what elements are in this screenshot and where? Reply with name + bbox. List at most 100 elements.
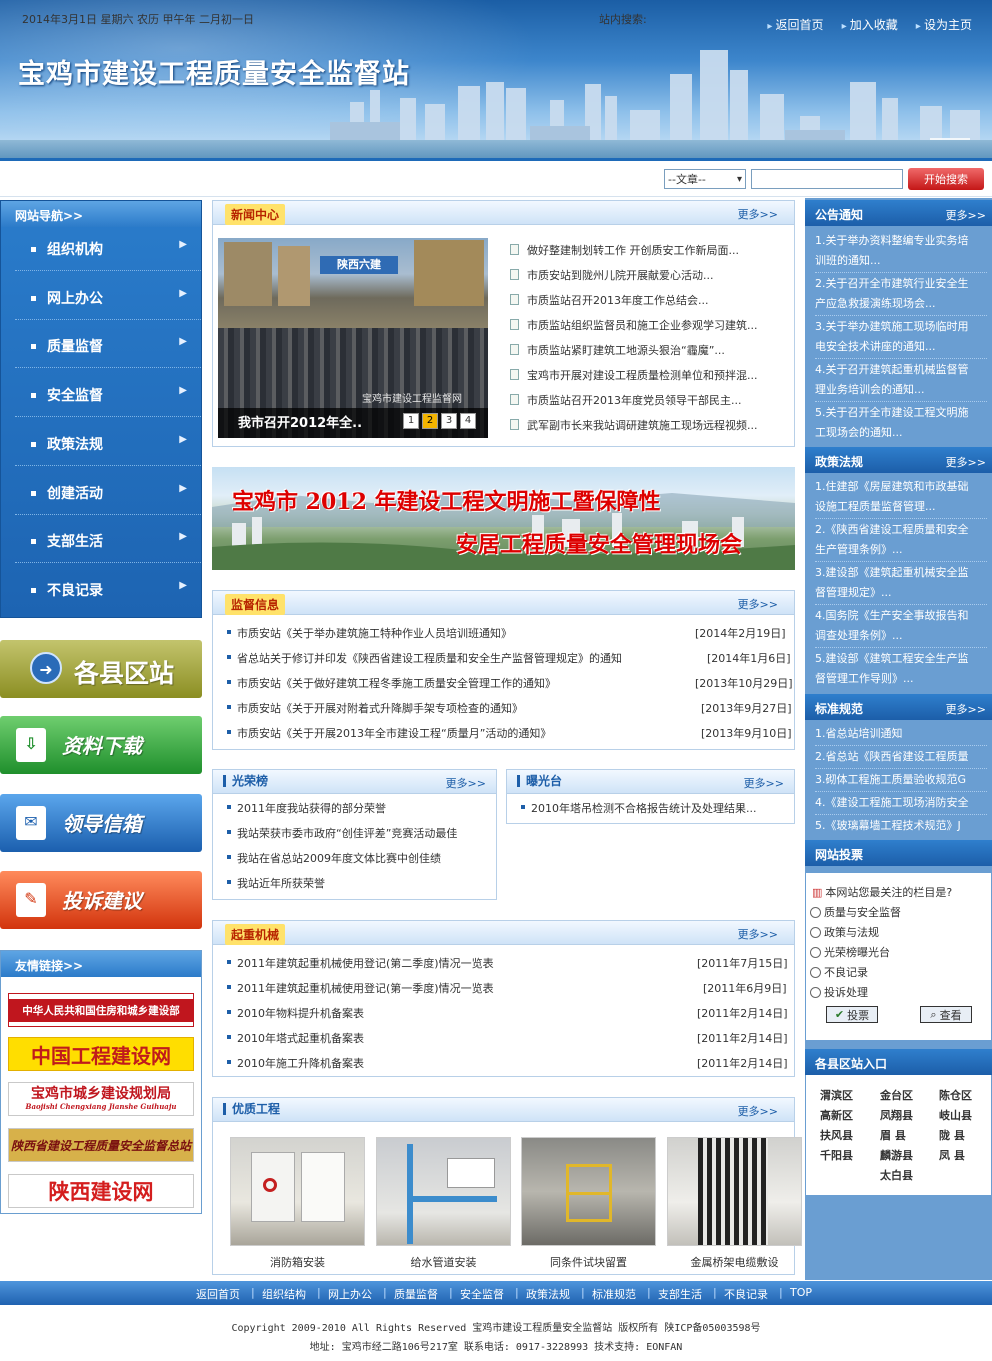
policy-line[interactable]: 设施工程质量监督管理... — [815, 495, 987, 519]
standards-more-link[interactable]: 更多>> — [946, 701, 986, 717]
slide-page-2[interactable]: 2 — [422, 413, 438, 429]
list-item[interactable]: 市质安站《关于开展对附着式升降脚手架专项检查的通知》 [2013年9月27日] — [227, 698, 792, 723]
vote-option[interactable]: 不良记录 — [810, 964, 868, 980]
photo-cable-tray[interactable] — [667, 1137, 802, 1246]
notice-more-link[interactable]: 更多>> — [946, 207, 986, 223]
download-button[interactable]: ⇩ 资料下载 — [0, 716, 202, 774]
nav-item-quality-supervision[interactable]: 质量监督 ▶ — [15, 324, 201, 368]
footer-link-home[interactable]: 返回首页 — [196, 1286, 240, 1302]
standards-line[interactable]: 1.省总站培训通知 — [815, 722, 987, 746]
notice-line[interactable]: 训班的通知... — [815, 249, 987, 273]
nav-item-online-office[interactable]: 网上办公 ▶ — [15, 276, 201, 320]
notice-line[interactable]: 产应急救援演练现场会... — [815, 292, 987, 316]
link-ministry-housing[interactable]: 中华人民共和国住房和城乡建设部 — [8, 993, 194, 1027]
honor-more-link[interactable]: 更多>> — [446, 775, 486, 791]
standards-line[interactable]: 3.砌体工程施工质量验收规范G — [815, 768, 987, 792]
footer-link-quality[interactable]: 质量监督 — [394, 1286, 438, 1302]
notice-line[interactable]: 工现场会的通知... — [815, 421, 987, 444]
link-shaanxi-quality-station[interactable]: 陕西省建设工程质量安全监督总站 — [8, 1128, 194, 1162]
news-more-link[interactable]: 更多>> — [738, 206, 778, 222]
complaint-button[interactable]: ✎ 投诉建议 — [0, 871, 202, 929]
vote-option[interactable]: 政策与法规 — [810, 924, 879, 940]
list-item[interactable]: 我站在省总站2009年度文体比赛中创佳绩 — [227, 848, 487, 873]
list-item[interactable]: 我站近年所获荣誉 — [227, 873, 487, 898]
list-item[interactable]: 我站荣获市委市政府“创佳评差”竞赛活动最佳 — [227, 823, 487, 848]
county-link[interactable]: 凤 县 — [939, 1147, 965, 1163]
list-item[interactable]: 市质安站《关于做好建筑工程冬季施工质量安全管理工作的通知》 [2013年10月29… — [227, 673, 793, 698]
county-link[interactable]: 扶风县 — [820, 1127, 853, 1143]
policy-line[interactable]: 生产管理条例》... — [815, 538, 987, 562]
exposure-more-link[interactable]: 更多>> — [744, 775, 784, 791]
link-china-engineering[interactable]: 中国工程建设网 — [8, 1037, 194, 1071]
county-link[interactable]: 金台区 — [880, 1087, 913, 1103]
policy-more-link[interactable]: 更多>> — [946, 454, 986, 470]
county-link[interactable]: 千阳县 — [820, 1147, 853, 1163]
footer-link-standards[interactable]: 标准规范 — [592, 1286, 636, 1302]
quality-more-link[interactable]: 更多>> — [738, 1103, 778, 1119]
vote-option[interactable]: 光荣榜曝光台 — [810, 944, 890, 960]
county-link[interactable]: 渭滨区 — [820, 1087, 853, 1103]
notice-line[interactable]: 理业务培训会的通知... — [815, 378, 987, 402]
photo-test-block[interactable] — [521, 1137, 656, 1246]
slide-page-3[interactable]: 3 — [441, 413, 457, 429]
county-link[interactable]: 岐山县 — [939, 1107, 972, 1123]
news-caption[interactable]: 我市召开2012年全.. — [238, 412, 362, 431]
standards-line[interactable]: 5.《玻璃幕墙工程技术规范》J — [815, 814, 987, 837]
footer-link-bad-records[interactable]: 不良记录 — [724, 1286, 768, 1302]
nav-item-safety-supervision[interactable]: 安全监督 ▶ — [15, 373, 201, 417]
leader-mailbox-button[interactable]: ✉ 领导信箱 — [0, 794, 202, 852]
search-input[interactable] — [751, 169, 903, 189]
link-baoji-planning[interactable]: 宝鸡市城乡建设规划局 Baojishi Chengxiang Jianshe Gu… — [8, 1082, 194, 1116]
nav-item-bad-records[interactable]: 不良记录 ▶ — [15, 568, 201, 612]
list-item[interactable]: 2010年物料提升机备案表 [2011年2月14日] — [227, 1003, 788, 1028]
list-item[interactable]: 2011年建筑起重机械使用登记(第二季度)情况一览表 [2011年7月15日] — [227, 953, 788, 978]
footer-link-top[interactable]: TOP — [790, 1286, 812, 1299]
county-link[interactable]: 陇 县 — [939, 1127, 965, 1143]
nav-item-policy[interactable]: 政策法规 ▶ — [15, 422, 201, 466]
county-link[interactable]: 太白县 — [880, 1167, 913, 1183]
photo-water-pipe[interactable] — [376, 1137, 511, 1246]
county-stations-button[interactable]: ➜ 各县区站 — [0, 640, 202, 698]
list-item[interactable]: 市质安站《关于举办建筑施工特种作业人员培训班通知》 [2014年2月19日] — [227, 623, 787, 648]
list-item[interactable]: 2010年施工升降机备案表 [2011年2月14日] — [227, 1053, 788, 1078]
view-results-button[interactable]: ⌕ 查看 — [920, 1006, 972, 1023]
search-category-select[interactable]: --文章-- ▾ — [664, 169, 746, 189]
nav-item-party-branch[interactable]: 支部生活 ▶ — [15, 519, 201, 563]
search-button[interactable]: 开始搜索 — [908, 168, 984, 190]
footer-link-policy[interactable]: 政策法规 — [526, 1286, 570, 1302]
list-item[interactable]: 省总站关于修订并印发《陕西省建设工程质量和安全生产监督管理规定》的通知 [2014… — [227, 648, 791, 673]
policy-line[interactable]: 督管理工作导则》... — [815, 667, 987, 690]
footer-link-safety[interactable]: 安全监督 — [460, 1286, 504, 1302]
footer-link-organization[interactable]: 组织结构 — [262, 1286, 306, 1302]
vote-option[interactable]: 投诉处理 — [810, 984, 868, 1000]
top-link-favorite[interactable]: 加入收藏 — [842, 16, 898, 33]
county-link[interactable]: 凤翔县 — [880, 1107, 913, 1123]
footer-link-office[interactable]: 网上办公 — [328, 1286, 372, 1302]
top-link-home[interactable]: 返回首页 — [767, 16, 824, 33]
notice-line[interactable]: 电安全技术讲座的通知... — [815, 335, 987, 359]
slide-page-1[interactable]: 1 — [403, 413, 419, 429]
vote-button[interactable]: ✔ 投票 — [826, 1006, 878, 1023]
footer-link-party[interactable]: 支部生活 — [658, 1286, 702, 1302]
cranes-more-link[interactable]: 更多>> — [738, 926, 778, 942]
top-link-set-homepage[interactable]: 设为主页 — [916, 16, 972, 33]
county-link[interactable]: 高新区 — [820, 1107, 853, 1123]
list-item[interactable]: 2010年塔式起重机备案表 [2011年2月14日] — [227, 1028, 788, 1053]
vote-option[interactable]: 质量与安全监督 — [810, 904, 901, 920]
list-item[interactable]: 2010年塔吊检测不合格报告统计及处理结果... — [521, 798, 791, 823]
supervision-more-link[interactable]: 更多>> — [738, 596, 778, 612]
standards-line[interactable]: 2.省总站《陕西省建设工程质量 — [815, 745, 987, 769]
county-link[interactable]: 麟游县 — [880, 1147, 913, 1163]
standards-line[interactable]: 4.《建设工程施工现场消防安全 — [815, 791, 987, 815]
slide-page-4[interactable]: 4 — [460, 413, 476, 429]
nav-item-activities[interactable]: 创建活动 ▶ — [15, 471, 201, 515]
nav-item-organization[interactable]: 组织机构 ▶ — [15, 227, 201, 271]
policy-line[interactable]: 督管理规定》... — [815, 581, 987, 605]
photo-fire-box[interactable] — [230, 1137, 365, 1246]
county-link[interactable]: 眉 县 — [880, 1127, 906, 1143]
list-item[interactable]: 2011年建筑起重机械使用登记(第一季度)情况一览表 [2011年6月9日] — [227, 978, 787, 1003]
list-item[interactable]: 2011年度我站获得的部分荣誉 — [227, 798, 487, 823]
county-link[interactable]: 陈仓区 — [939, 1087, 972, 1103]
list-item[interactable]: 市质安站《关于开展2013年全市建设工程“质量月”活动的通知》 [2013年9月1… — [227, 723, 792, 748]
policy-line[interactable]: 调查处理条例》... — [815, 624, 987, 648]
